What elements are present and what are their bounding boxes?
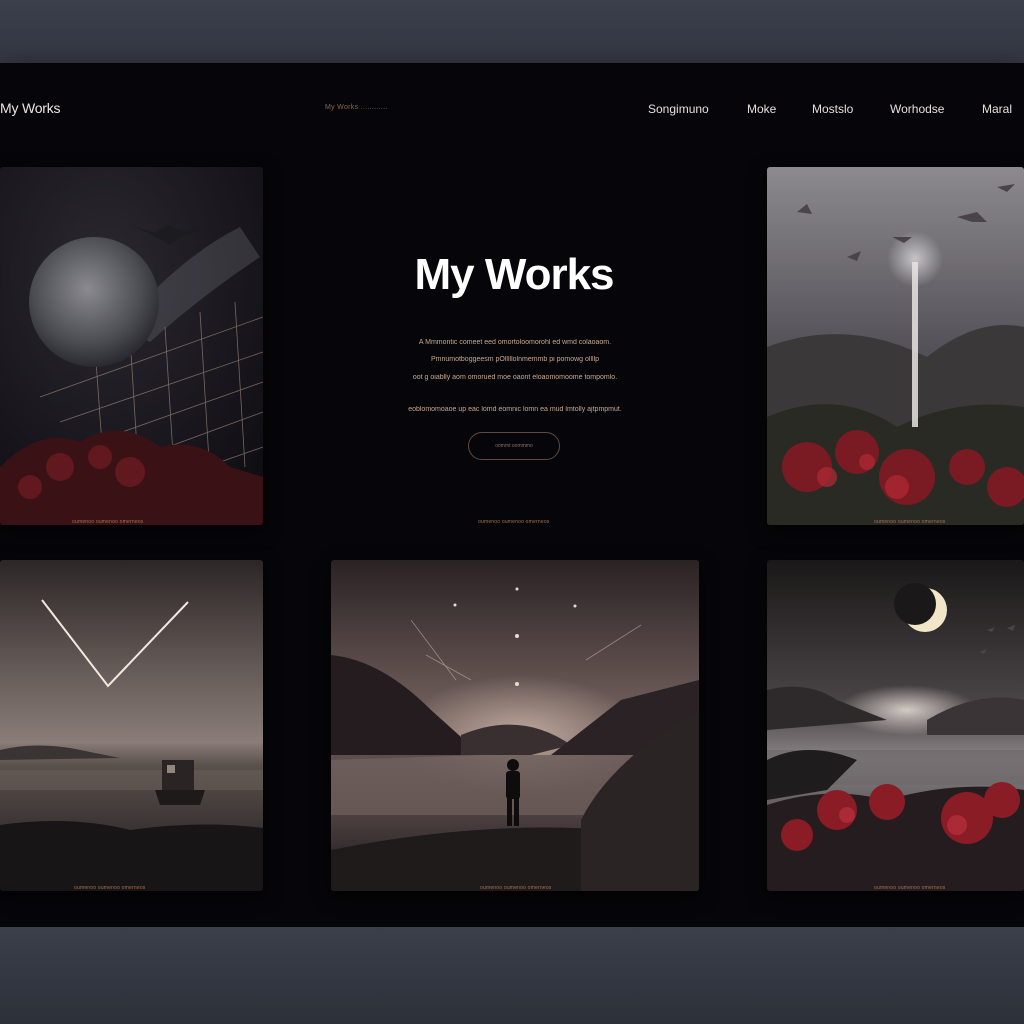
light-beam-artwork	[767, 167, 1024, 525]
caption-lake-figure: oumenoo oumenoo omerneos	[480, 885, 552, 891]
nav-item-5[interactable]: Maral	[982, 102, 1012, 116]
hero-description-line-1: A Mmmontic comeet eed omortoloomorohl ed…	[418, 339, 612, 346]
caption-boat-sea: oumenoo oumenoo omerneos	[74, 885, 146, 891]
gallery-card-lake-figure[interactable]	[331, 560, 699, 891]
gallery-card-boat-sea[interactable]	[0, 560, 263, 891]
caption-crescent-valley: oumenoo oumenoo omerneos	[874, 885, 946, 891]
main-nav: Songimuno Moke Mostslo Worhodse Maral	[640, 102, 1024, 118]
gallery-card-crescent-valley[interactable]	[767, 560, 1024, 891]
bottom-backdrop	[0, 927, 1024, 1024]
hero-cta-button[interactable]: oommt oommmo	[468, 432, 560, 460]
hero-description-line-4: eoblomomoaoe up eac lomd eomnic lomn ea …	[408, 406, 622, 413]
nav-item-3[interactable]: Mostslo	[812, 102, 853, 116]
boat-sea-artwork	[0, 560, 263, 891]
gallery-card-moon-grid[interactable]	[0, 167, 263, 525]
gallery-card-light-beam[interactable]	[767, 167, 1024, 525]
lake-figure-artwork	[331, 560, 699, 891]
caption-hero: oumenoo oumenoo omerneos	[478, 519, 550, 525]
crescent-valley-artwork	[767, 560, 1024, 891]
hero-description-line-3: oot g oiablly aom omorued moe oaont eloa…	[412, 374, 618, 381]
header-center-text: My Works ............	[325, 104, 388, 111]
nav-item-1[interactable]: Songimuno	[648, 102, 709, 116]
hero-description-line-2: Pmnumotboggeesm pOlllllolnmemmb pi pomow…	[430, 356, 600, 363]
nav-item-4[interactable]: Worhodse	[890, 102, 944, 116]
hero-title: My Works	[414, 250, 614, 299]
nav-item-2[interactable]: Moke	[747, 102, 776, 116]
caption-moon-grid: oumenoo oumenoo omerneos	[72, 519, 144, 525]
caption-light-beam: oumenoo oumenoo omerneos	[874, 519, 946, 525]
site-logo[interactable]: My Works	[0, 100, 61, 116]
moon-grid-artwork	[0, 167, 263, 525]
